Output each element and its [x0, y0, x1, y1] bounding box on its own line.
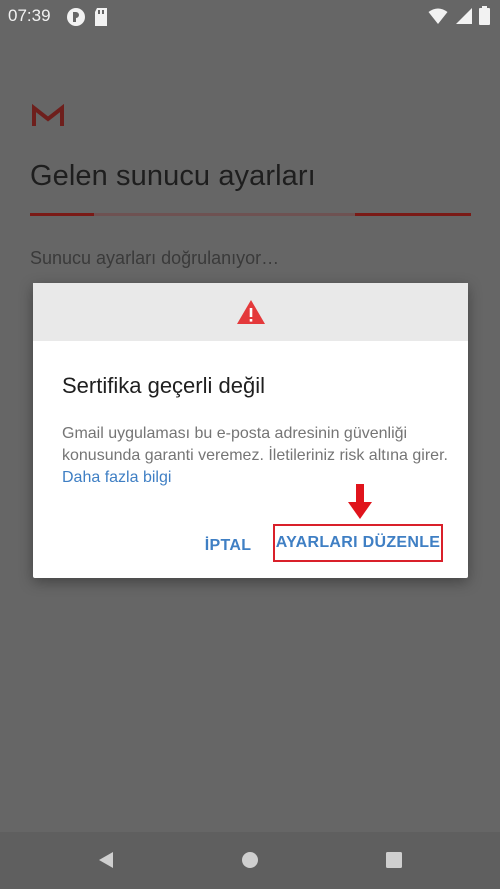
- wifi-icon: [428, 8, 448, 24]
- edit-settings-button[interactable]: AYARLARI DÜZENLE: [273, 524, 443, 562]
- gmail-logo-icon: [32, 104, 64, 126]
- dialog-title: Sertifika geçerli değil: [62, 373, 265, 398]
- back-icon[interactable]: [96, 850, 116, 870]
- warning-triangle-icon: [237, 300, 265, 324]
- battery-icon: [479, 6, 490, 25]
- dialog-message: Gmail uygulaması bu e-posta adresinin gü…: [62, 423, 452, 489]
- progress-segment: [355, 213, 471, 216]
- home-icon[interactable]: [240, 850, 260, 870]
- progress-segment: [30, 213, 94, 216]
- signal-icon: [455, 8, 472, 24]
- progress-bar: [30, 213, 471, 216]
- dialog-body-text: Gmail uygulaması bu e-posta adresinin gü…: [62, 425, 448, 464]
- circular-app-icon: [66, 7, 86, 32]
- cancel-button[interactable]: İPTAL: [197, 537, 259, 561]
- status-right-icons: [428, 6, 490, 30]
- status-bar: 07:39: [0, 0, 500, 32]
- dialog-header: [33, 283, 468, 341]
- verifying-status: Sunucu ayarları doğrulanıyor…: [30, 248, 280, 268]
- learn-more-link[interactable]: Daha fazla bilgi: [62, 469, 171, 486]
- page-title: Gelen sunucu ayarları: [30, 160, 316, 192]
- certificate-dialog: Sertifika geçerli değil Gmail uygulaması…: [33, 283, 468, 578]
- sd-card-icon: [93, 7, 109, 32]
- recents-icon[interactable]: [384, 850, 404, 870]
- navigation-bar: [0, 832, 500, 889]
- status-time: 07:39: [8, 6, 51, 25]
- red-down-arrow-icon: [348, 484, 372, 519]
